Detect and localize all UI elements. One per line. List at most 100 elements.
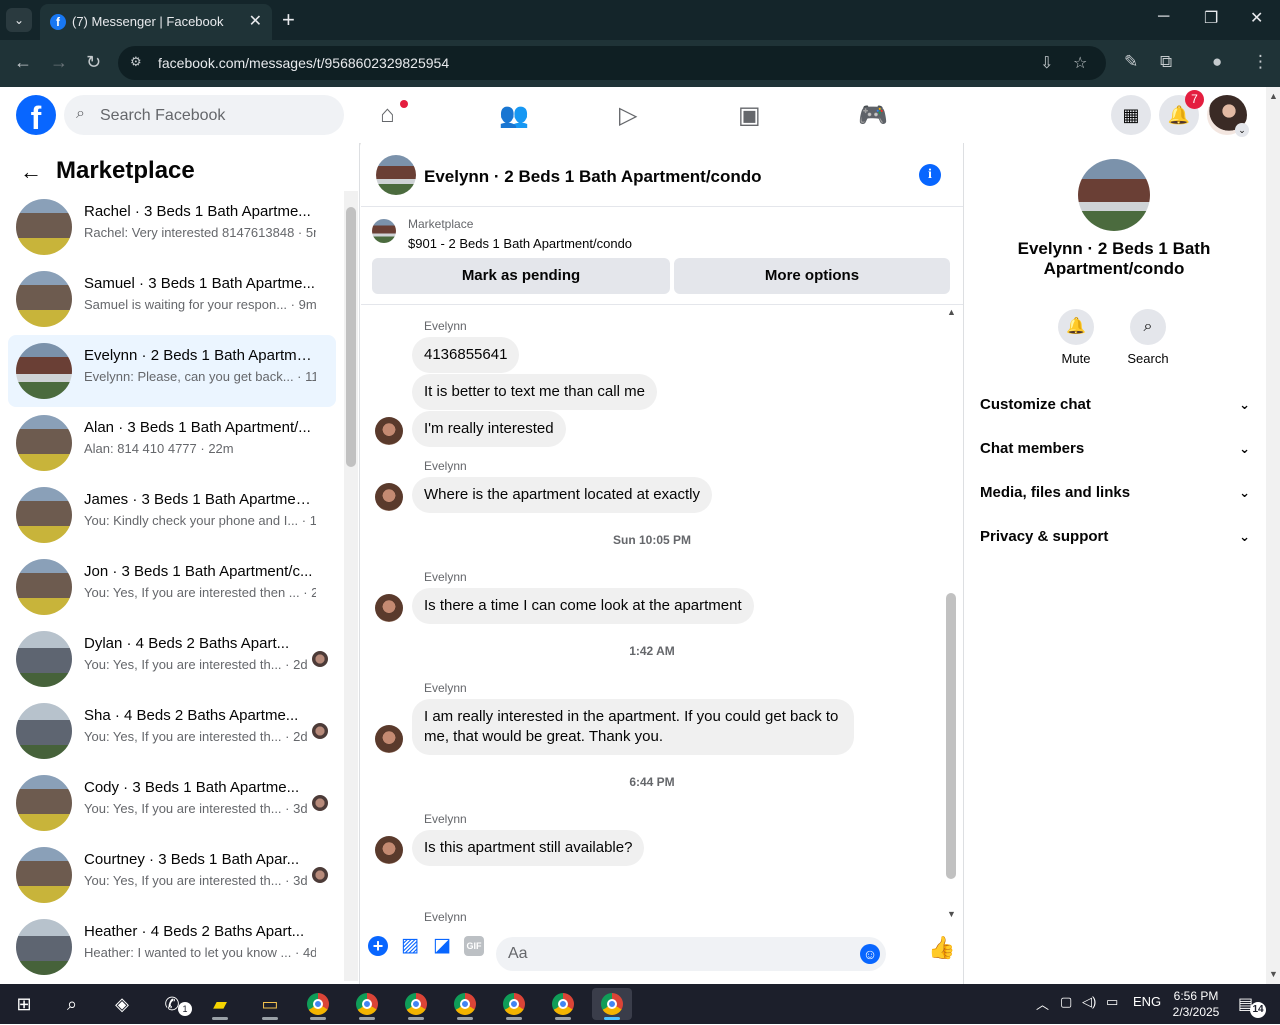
- home-icon[interactable]: ⌂: [380, 101, 395, 129]
- watch-icon[interactable]: ▷: [619, 101, 637, 130]
- chrome-icon[interactable]: [347, 988, 387, 1020]
- conversation-item[interactable]: Rachel · 3 Beds 1 Bath Apartme... Rachel:…: [8, 191, 336, 263]
- search-icon[interactable]: ⌕: [52, 988, 92, 1020]
- sidebar-scrollbar[interactable]: [344, 191, 358, 981]
- conversation-item[interactable]: Jon · 3 Beds 1 Bath Apartment/c... You: Y…: [8, 551, 336, 623]
- sticky-notes-icon[interactable]: ▰: [200, 988, 240, 1020]
- page-scrollbar[interactable]: ▲ ▼: [1266, 87, 1280, 984]
- sender-avatar[interactable]: [375, 725, 403, 753]
- message-bubble[interactable]: I am really interested in the apartment.…: [412, 699, 854, 755]
- site-info-icon[interactable]: ⚙: [130, 54, 148, 72]
- profile-icon[interactable]: ●: [1212, 52, 1222, 72]
- search-in-chat-button[interactable]: ⌕ Search: [1118, 309, 1178, 366]
- notification-center-icon[interactable]: ▤ 14: [1238, 994, 1266, 1018]
- network-icon[interactable]: ▭: [1106, 994, 1118, 1010]
- restore-button[interactable]: ❐: [1204, 8, 1218, 28]
- listing-price[interactable]: $901 - 2 Beds 1 Bath Apartment/condo: [408, 236, 632, 251]
- copilot-icon[interactable]: ◈: [102, 988, 142, 1020]
- pen-icon[interactable]: ✎: [1124, 52, 1138, 72]
- language-indicator[interactable]: ENG: [1133, 994, 1161, 1009]
- chat-members-section[interactable]: Chat members ⌄: [980, 427, 1250, 471]
- meet-now-icon[interactable]: ▢: [1060, 994, 1072, 1010]
- conversation-item[interactable]: Samuel · 3 Beds 1 Bath Apartme... Samuel …: [8, 263, 336, 335]
- message-scrollbar[interactable]: ▲ ▼: [944, 305, 958, 923]
- details-avatar[interactable]: [1078, 159, 1150, 231]
- conversation-item[interactable]: Courtney · 3 Beds 1 Bath Apar... You: Yes…: [8, 839, 336, 911]
- message-bubble[interactable]: It is better to text me than call me: [412, 374, 657, 410]
- plus-icon[interactable]: +: [368, 936, 388, 956]
- show-hidden-icons-icon[interactable]: ︿: [1036, 994, 1049, 1013]
- menu-grid-icon[interactable]: ▦: [1111, 95, 1151, 135]
- privacy-support-section[interactable]: Privacy & support ⌄: [980, 515, 1250, 559]
- minimize-button[interactable]: ─: [1158, 8, 1169, 26]
- new-tab-button[interactable]: +: [282, 7, 295, 33]
- chrome-icon-active[interactable]: [592, 988, 632, 1020]
- windows-start-icon[interactable]: ⊞: [4, 988, 44, 1020]
- install-app-icon[interactable]: ⇩: [1040, 53, 1053, 73]
- sender-avatar[interactable]: [375, 836, 403, 864]
- chrome-icon[interactable]: [396, 988, 436, 1020]
- scrollbar-thumb[interactable]: [946, 593, 956, 879]
- chrome-icon[interactable]: [543, 988, 583, 1020]
- conversation-item[interactable]: James · 3 Beds 1 Bath Apartmen... You: Ki…: [8, 479, 336, 551]
- reload-button[interactable]: ↻: [86, 52, 101, 73]
- account-avatar[interactable]: ⌄: [1207, 95, 1249, 137]
- message-input[interactable]: Aa ☺: [496, 937, 886, 971]
- friends-icon[interactable]: 👥: [499, 101, 529, 130]
- message-bubble[interactable]: I'm really interested: [412, 411, 566, 447]
- media-files-links-section[interactable]: Media, files and links ⌄: [980, 471, 1250, 515]
- conversation-item[interactable]: Heather · 4 Beds 2 Baths Apart... Heather…: [8, 911, 336, 983]
- scrollbar-thumb[interactable]: [346, 207, 356, 467]
- message-bubble[interactable]: Where is the apartment located at exactl…: [412, 477, 712, 513]
- close-tab-icon[interactable]: ✕: [249, 11, 262, 31]
- mark-as-pending-button[interactable]: Mark as pending: [372, 258, 670, 294]
- facebook-search-input[interactable]: ⌕ Search Facebook: [64, 95, 344, 135]
- volume-icon[interactable]: ◁): [1082, 994, 1096, 1010]
- close-window-button[interactable]: ✕: [1250, 8, 1263, 28]
- chat-avatar[interactable]: [376, 155, 416, 195]
- message-bubble[interactable]: 4136855641: [412, 337, 520, 373]
- conversation-item[interactable]: Cody · 3 Beds 1 Bath Apartme... You: Yes,…: [8, 767, 336, 839]
- scroll-up-icon[interactable]: ▲: [947, 307, 956, 317]
- scroll-down-icon[interactable]: ▼: [947, 909, 956, 919]
- back-button[interactable]: ←: [14, 52, 32, 73]
- conversation-item-active[interactable]: Evelynn · 2 Beds 1 Bath Apartme... Evelyn…: [8, 335, 336, 407]
- browser-tab[interactable]: f (7) Messenger | Facebook ✕: [40, 4, 272, 40]
- tab-search-dropdown[interactable]: ⌄: [6, 8, 32, 32]
- forward-button[interactable]: →: [50, 52, 68, 73]
- facebook-logo[interactable]: f: [16, 95, 56, 136]
- scroll-down-icon[interactable]: ▼: [1269, 969, 1278, 979]
- bookmark-star-icon[interactable]: ☆: [1073, 53, 1087, 73]
- file-explorer-icon[interactable]: ▭: [250, 988, 290, 1020]
- chrome-icon[interactable]: [298, 988, 338, 1020]
- more-options-button[interactable]: More options: [674, 258, 950, 294]
- system-clock[interactable]: 6:56 PM 2/3/2025: [1168, 988, 1224, 1020]
- scroll-up-icon[interactable]: ▲: [1269, 91, 1278, 101]
- menu-kebab-icon[interactable]: ⋮: [1252, 52, 1269, 72]
- back-arrow-icon[interactable]: ←: [20, 159, 42, 185]
- extensions-icon[interactable]: ⧉: [1160, 52, 1172, 72]
- conversation-item[interactable]: Sha · 4 Beds 2 Baths Apartme... You: Yes,…: [8, 695, 336, 767]
- gaming-icon[interactable]: 🎮: [858, 101, 888, 130]
- sender-avatar[interactable]: [375, 417, 403, 445]
- conversation-item[interactable]: Alan · 3 Beds 1 Bath Apartment/... Alan: …: [8, 407, 336, 479]
- sticker-icon[interactable]: ◪: [432, 936, 452, 956]
- info-icon[interactable]: i: [919, 164, 941, 186]
- chat-title[interactable]: Evelynn · 2 Beds 1 Bath Apartment/condo: [424, 167, 762, 187]
- gif-icon[interactable]: GIF: [464, 936, 484, 956]
- marketplace-icon[interactable]: ▣: [738, 101, 761, 130]
- message-bubble[interactable]: Is this apartment still available?: [412, 830, 645, 866]
- message-bubble[interactable]: Is there a time I can come look at the a…: [412, 588, 754, 624]
- chrome-icon[interactable]: [494, 988, 534, 1020]
- address-bar[interactable]: ⚙ facebook.com/messages/t/95686023298259…: [118, 46, 1106, 80]
- emoji-icon[interactable]: ☺: [860, 944, 880, 964]
- chrome-icon[interactable]: [445, 988, 485, 1020]
- sender-avatar[interactable]: [375, 483, 403, 511]
- conversation-item[interactable]: Dylan · 4 Beds 2 Baths Apart... You: Yes,…: [8, 623, 336, 695]
- customize-chat-section[interactable]: Customize chat ⌄: [980, 383, 1250, 427]
- mute-button[interactable]: 🔔 Mute: [1046, 309, 1106, 366]
- photo-icon[interactable]: ▨: [400, 936, 420, 956]
- thumbs-up-icon[interactable]: 👍: [928, 935, 955, 961]
- whatsapp-icon[interactable]: ✆ 1: [152, 988, 192, 1020]
- sender-avatar[interactable]: [375, 594, 403, 622]
